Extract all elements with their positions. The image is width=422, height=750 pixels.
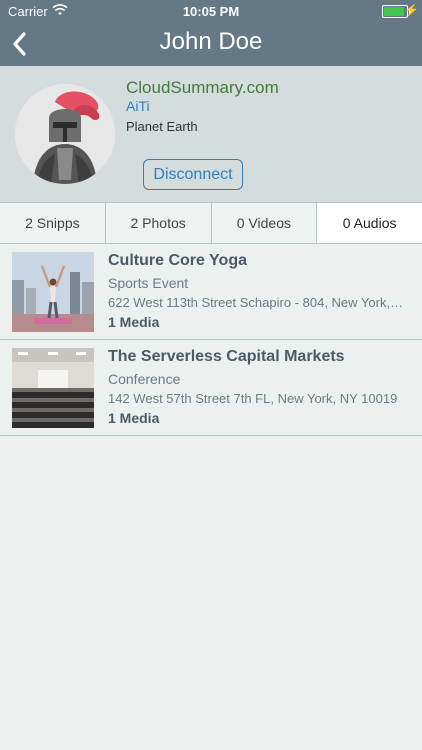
list-item[interactable]: The Serverless Capital Markets Conferenc… bbox=[0, 340, 422, 436]
profile-panel: CloudSummary.com AiTi Planet Earth Disco… bbox=[0, 66, 422, 203]
conference-photo-icon bbox=[12, 348, 94, 428]
item-type: Sports Event bbox=[108, 275, 189, 291]
tab-photos[interactable]: 2 Photos bbox=[105, 203, 212, 243]
charging-bolt-icon: ⚡ bbox=[404, 3, 419, 17]
item-media-count: 1 Media bbox=[108, 314, 160, 330]
page-title: John Doe bbox=[159, 28, 263, 55]
item-title: Culture Core Yoga bbox=[108, 252, 247, 269]
status-time: 10:05 PM bbox=[182, 4, 240, 19]
organization-link[interactable]: AiTi bbox=[126, 98, 150, 114]
item-address: 622 West 113th Street Schapiro - 804, Ne… bbox=[108, 295, 404, 310]
item-address: 142 West 57th Street 7th FL, New York, N… bbox=[108, 391, 398, 406]
item-title: The Serverless Capital Markets bbox=[108, 348, 345, 365]
yoga-photo-icon bbox=[12, 252, 94, 332]
knight-avatar-icon bbox=[15, 84, 115, 184]
tab-snipps[interactable]: 2 Snipps bbox=[0, 203, 106, 243]
tab-audios[interactable]: 0 Audios bbox=[317, 203, 422, 243]
yoga-thumbnail bbox=[12, 252, 94, 332]
site-link[interactable]: CloudSummary.com bbox=[126, 78, 279, 98]
tab-videos[interactable]: 0 Videos bbox=[211, 203, 318, 243]
item-type: Conference bbox=[108, 371, 181, 387]
item-media-count: 1 Media bbox=[108, 410, 160, 426]
conference-thumbnail bbox=[12, 348, 94, 428]
list-item[interactable]: Culture Core Yoga Sports Event 622 West … bbox=[0, 244, 422, 340]
snipp-list: Culture Core Yoga Sports Event 622 West … bbox=[0, 244, 422, 436]
media-tabs: 2 Snipps 2 Photos 0 Videos 0 Audios bbox=[0, 203, 422, 244]
avatar bbox=[15, 84, 115, 184]
status-bar: Carrier 10:05 PM ⚡ bbox=[0, 0, 422, 22]
top-bar: Carrier 10:05 PM ⚡ John Doe bbox=[0, 0, 422, 66]
location-text: Planet Earth bbox=[126, 119, 198, 134]
disconnect-button[interactable]: Disconnect bbox=[143, 159, 243, 190]
